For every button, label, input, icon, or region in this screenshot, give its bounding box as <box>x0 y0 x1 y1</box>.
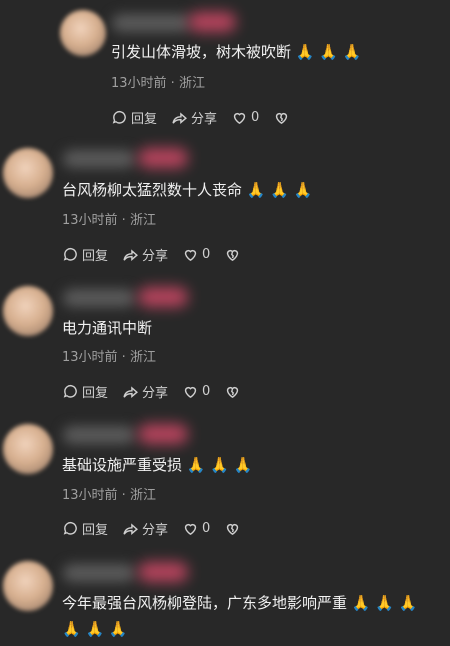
share-icon <box>123 386 138 398</box>
comment-meta: 13小时前 · 浙江 <box>62 488 156 503</box>
comment-icon <box>63 521 77 535</box>
like-count: 0 <box>202 521 211 536</box>
like-button[interactable]: 0 <box>182 246 210 263</box>
comment-meta: 13小时前 · 浙江 <box>62 213 156 228</box>
broken-heart-icon <box>227 523 239 536</box>
share-icon <box>123 523 138 535</box>
broken-heart-icon <box>227 249 239 262</box>
share-icon <box>172 112 187 124</box>
like-count: 0 <box>202 384 211 399</box>
reply-button[interactable]: 回复 <box>62 245 108 264</box>
dislike-button[interactable] <box>224 246 244 263</box>
comment-text-line-2: 🙏 🙏 🙏 <box>62 620 128 638</box>
like-button[interactable]: 0 <box>182 520 210 537</box>
dislike-button[interactable] <box>224 520 244 537</box>
avatar[interactable] <box>3 424 53 474</box>
dislike-button[interactable] <box>273 109 293 126</box>
comment-text: 电力通讯中断 <box>62 319 153 337</box>
reply-label: 回复 <box>82 249 109 264</box>
reply-label: 回复 <box>82 523 109 538</box>
comment-icon <box>112 110 126 124</box>
comment-actions: 回复 分享 0 <box>111 108 307 127</box>
badge-blurred <box>138 148 188 168</box>
share-label: 分享 <box>142 523 169 538</box>
like-count: 0 <box>202 247 211 262</box>
share-label: 分享 <box>142 249 169 264</box>
share-label: 分享 <box>142 386 169 401</box>
badge-blurred <box>138 287 188 307</box>
heart-icon <box>184 386 197 399</box>
share-button[interactable]: 分享 <box>122 245 168 264</box>
like-button[interactable]: 0 <box>182 383 210 400</box>
comment-text: 台风杨柳太猛烈数十人丧命 🙏 🙏 🙏 <box>62 181 313 199</box>
heart-icon <box>233 112 246 125</box>
comment-actions: 回复 分享 0 <box>62 245 258 264</box>
badge-blurred <box>138 562 188 582</box>
heart-icon <box>184 249 197 262</box>
username-blurred[interactable] <box>63 150 135 168</box>
like-count: 0 <box>251 110 260 125</box>
share-icon <box>123 249 138 261</box>
avatar[interactable] <box>3 148 53 198</box>
reply-button[interactable]: 回复 <box>62 519 108 538</box>
share-button[interactable]: 分享 <box>171 108 217 127</box>
comment-actions: 回复 分享 0 <box>62 382 258 401</box>
comment-text: 基础设施严重受损 🙏 🙏 🙏 <box>62 456 253 474</box>
username-blurred[interactable] <box>63 289 135 307</box>
comment-text: 引发山体滑坡，树木被吹断 🙏 🙏 🙏 <box>111 43 362 61</box>
share-label: 分享 <box>191 112 218 127</box>
share-button[interactable]: 分享 <box>122 519 168 538</box>
heart-icon <box>184 523 197 536</box>
broken-heart-icon <box>276 112 288 125</box>
comment-icon <box>63 247 77 261</box>
username-blurred[interactable] <box>112 14 190 32</box>
reply-button[interactable]: 回复 <box>111 108 157 127</box>
badge-blurred <box>188 12 236 32</box>
avatar[interactable] <box>3 286 53 336</box>
avatar[interactable] <box>3 561 53 611</box>
dislike-button[interactable] <box>224 383 244 400</box>
avatar[interactable] <box>60 10 106 56</box>
comment-meta: 13小时前 · 浙江 <box>111 76 205 91</box>
username-blurred[interactable] <box>63 564 135 582</box>
reply-label: 回复 <box>82 386 109 401</box>
reply-button[interactable]: 回复 <box>62 382 108 401</box>
comment-text-line-1: 今年最强台风杨柳登陆，广东多地影响严重 🙏 🙏 🙏 <box>62 594 418 612</box>
share-button[interactable]: 分享 <box>122 382 168 401</box>
like-button[interactable]: 0 <box>231 109 259 126</box>
comment-icon <box>63 384 77 398</box>
reply-label: 回复 <box>131 112 158 127</box>
comment-actions: 回复 分享 0 <box>62 519 258 538</box>
badge-blurred <box>138 424 188 444</box>
comment-meta: 13小时前 · 浙江 <box>62 350 156 365</box>
broken-heart-icon <box>227 386 239 399</box>
username-blurred[interactable] <box>63 426 135 444</box>
